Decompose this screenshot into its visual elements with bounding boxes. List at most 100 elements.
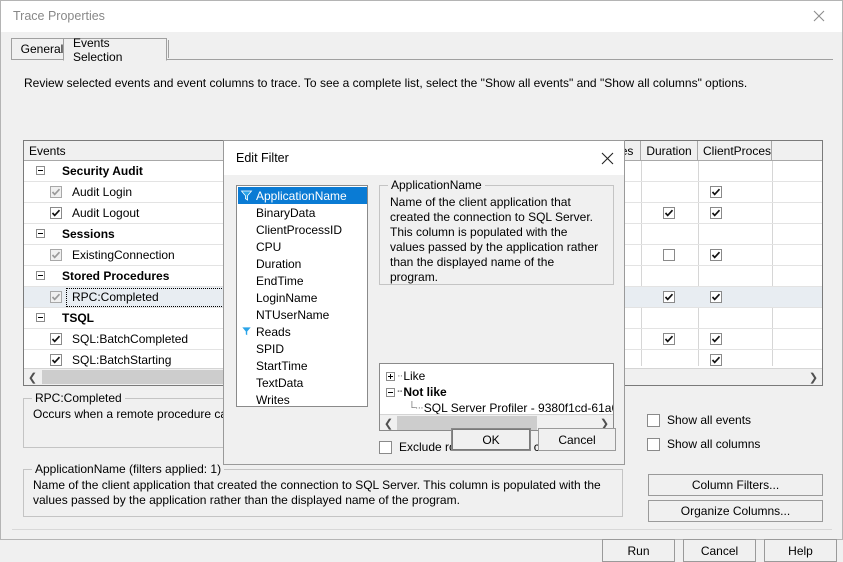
show-all-events-checkbox[interactable]: Show all events	[647, 413, 751, 427]
list-item[interactable]: ClientProcessID	[238, 221, 367, 238]
row-checkbox[interactable]	[50, 333, 62, 345]
check-icon	[51, 209, 61, 217]
column-header-events[interactable]: Events	[24, 141, 224, 160]
edit-filter-dialog: Edit Filter ApplicationName BinaryData C…	[223, 140, 625, 465]
cell-checkbox-clientprocessid[interactable]	[710, 354, 722, 366]
column-filters-button[interactable]: Column Filters...	[648, 474, 823, 496]
collapse-minus-icon[interactable]	[386, 387, 395, 397]
list-item[interactable]: TextData	[238, 374, 367, 391]
event-description-title: RPC:Completed	[32, 391, 125, 405]
dialog-cancel-button[interactable]: Cancel	[538, 428, 616, 451]
filter-column-list[interactable]: ApplicationName BinaryData ClientProcess…	[236, 185, 368, 407]
list-item-label: TextData	[256, 375, 304, 390]
cell-checkbox-clientprocessid[interactable]	[710, 291, 722, 303]
help-button[interactable]: Help	[764, 539, 837, 562]
cell-checkbox-duration[interactable]	[663, 291, 675, 303]
dialog-cancel-label: Cancel	[558, 432, 596, 447]
checkbox-box	[647, 413, 660, 427]
tree-node-value[interactable]: └··· SQL Server Profiler - 9380f1cd-61a6…	[408, 401, 613, 415]
tree-node-like-label: Like	[403, 369, 426, 383]
dialog-close-button[interactable]	[592, 145, 622, 171]
list-item-label: Duration	[256, 256, 302, 271]
row-label: Audit Login	[72, 185, 133, 199]
dialog-description-text: Name of the client application that crea…	[390, 195, 599, 284]
column-description-title: ApplicationName (filters applied: 1)	[32, 462, 225, 476]
filter-funnel-icon	[240, 326, 253, 337]
list-item[interactable]: Duration	[238, 255, 367, 272]
list-item-label: ApplicationName	[256, 188, 347, 203]
check-icon	[664, 335, 674, 343]
cell-checkbox-clientprocessid[interactable]	[710, 333, 722, 345]
column-description-groupbox: ApplicationName (filters applied: 1) Nam…	[23, 462, 623, 517]
row-expander[interactable]	[36, 166, 45, 175]
tree-node-not-like[interactable]: ·· Not like	[386, 385, 447, 399]
dialog-ok-button[interactable]: OK	[451, 428, 531, 451]
check-icon	[51, 293, 61, 301]
check-icon	[51, 335, 61, 343]
scroll-right-arrow-icon[interactable]: ❯	[805, 369, 822, 385]
show-all-columns-checkbox[interactable]: Show all columns	[647, 437, 760, 451]
row-expander[interactable]	[36, 229, 45, 238]
list-item[interactable]: BinaryData	[238, 204, 367, 221]
list-item[interactable]: Writes	[238, 391, 367, 407]
window-client-area: General Events Selection Review selected…	[2, 32, 842, 562]
cell-checkbox-clientprocessid[interactable]	[710, 249, 722, 261]
cell-checkbox-clientprocessid[interactable]	[710, 207, 722, 219]
list-item[interactable]: NTUserName	[238, 306, 367, 323]
scroll-left-arrow-icon[interactable]: ❮	[380, 415, 397, 430]
check-icon	[711, 188, 721, 196]
list-item-label: LoginName	[256, 290, 318, 305]
filter-condition-tree[interactable]: ·· Like ·· Not like └··· SQL Server Prof…	[379, 363, 614, 431]
row-expander[interactable]	[36, 271, 45, 280]
tree-connector: ··	[397, 370, 403, 382]
close-icon	[601, 152, 613, 164]
checkbox-box	[379, 440, 392, 454]
list-item[interactable]: CPU	[238, 238, 367, 255]
tabstrip: General Events Selection	[11, 36, 833, 64]
row-label: Sessions	[62, 227, 115, 241]
row-checkbox[interactable]	[50, 291, 62, 303]
list-item[interactable]: StartTime	[238, 357, 367, 374]
dialog-description-title: ApplicationName	[388, 178, 485, 192]
row-checkbox[interactable]	[50, 354, 62, 366]
help-label: Help	[788, 543, 813, 558]
footer-separator	[12, 529, 832, 530]
tree-node-like[interactable]: ·· Like	[386, 369, 425, 383]
list-item[interactable]: ApplicationName	[238, 187, 367, 204]
hscroll-thumb[interactable]	[42, 370, 240, 384]
cell-checkbox-duration[interactable]	[663, 207, 675, 219]
row-expander[interactable]	[36, 313, 45, 322]
row-checkbox[interactable]	[50, 186, 62, 198]
cell-checkbox-duration[interactable]	[663, 333, 675, 345]
check-icon	[711, 293, 721, 301]
window-title: Trace Properties	[13, 9, 105, 23]
list-item[interactable]: EndTime	[238, 272, 367, 289]
list-item-label: NTUserName	[256, 307, 330, 322]
cell-checkbox-clientprocessid[interactable]	[710, 186, 722, 198]
run-button[interactable]: Run	[602, 539, 675, 562]
tab-events-selection[interactable]: Events Selection	[63, 36, 167, 64]
cancel-button[interactable]: Cancel	[683, 539, 756, 562]
row-checkbox[interactable]	[50, 207, 62, 219]
organize-columns-button[interactable]: Organize Columns...	[648, 500, 823, 522]
cancel-label: Cancel	[700, 543, 739, 558]
list-item[interactable]: SPID	[238, 340, 367, 357]
row-label: Security Audit	[62, 164, 143, 178]
scroll-left-arrow-icon[interactable]: ❮	[24, 369, 41, 385]
column-header-duration[interactable]: Duration	[641, 141, 698, 160]
tab-general-label: General	[20, 42, 64, 56]
close-icon	[813, 10, 825, 22]
list-item[interactable]: Reads	[238, 323, 367, 340]
column-header-clientprocessid[interactable]: ClientProcessI	[698, 141, 772, 160]
run-label: Run	[627, 543, 650, 558]
trace-properties-window: Trace Properties General Events Selectio…	[0, 0, 843, 562]
expand-plus-icon[interactable]	[386, 371, 395, 381]
dialog-title: Edit Filter	[236, 151, 289, 165]
column-description-text: Name of the client application that crea…	[33, 478, 601, 507]
list-item-label: CPU	[256, 239, 282, 254]
tab-divider	[168, 40, 169, 58]
window-close-button[interactable]	[796, 1, 842, 31]
cell-checkbox-duration[interactable]	[663, 249, 675, 261]
row-checkbox[interactable]	[50, 249, 62, 261]
list-item[interactable]: LoginName	[238, 289, 367, 306]
